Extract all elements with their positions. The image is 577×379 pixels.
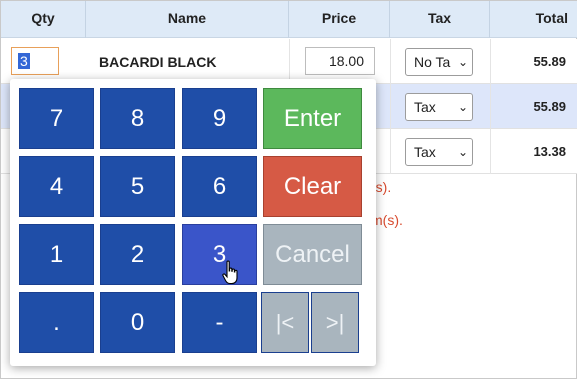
column-divider — [390, 39, 391, 174]
column-divider — [490, 39, 491, 174]
numeric-keypad: 7 8 9 Enter 4 5 6 Clear 1 2 3 Cancel . 0… — [10, 79, 376, 366]
hand-pointer-icon — [222, 260, 238, 285]
key-1[interactable]: 1 — [19, 224, 94, 285]
header-price[interactable]: Price — [289, 1, 390, 38]
key-5[interactable]: 5 — [100, 156, 175, 217]
app-frame: Qty Name Price Tax Total 3 BACARDI BLACK… — [0, 0, 577, 379]
qty-input[interactable]: 3 — [11, 47, 59, 75]
tax-select[interactable]: No Ta ⌄ — [405, 48, 473, 76]
row-total: 55.89 — [533, 99, 566, 114]
tax-select-value: No Ta — [414, 54, 451, 70]
tax-select[interactable]: Tax ⌄ — [405, 93, 473, 121]
clear-button[interactable]: Clear — [263, 156, 362, 217]
tax-select-value: Tax — [414, 144, 436, 160]
chevron-down-icon: ⌄ — [455, 139, 468, 165]
header-name[interactable]: Name — [86, 1, 289, 38]
next-field-button[interactable]: >| — [311, 292, 359, 353]
item-name: BACARDI BLACK — [99, 54, 217, 70]
cancel-button[interactable]: Cancel — [263, 224, 362, 285]
row-total: 55.89 — [533, 54, 566, 69]
prev-field-button[interactable]: |< — [261, 292, 309, 353]
tax-select-value: Tax — [414, 99, 436, 115]
key-3[interactable]: 3 — [182, 224, 257, 285]
header-tax[interactable]: Tax — [390, 1, 490, 38]
key-9[interactable]: 9 — [182, 88, 257, 149]
header-qty[interactable]: Qty — [1, 1, 86, 38]
key-0[interactable]: 0 — [100, 292, 175, 353]
chevron-down-icon: ⌄ — [455, 49, 468, 75]
key-8[interactable]: 8 — [100, 88, 175, 149]
key-6[interactable]: 6 — [182, 156, 257, 217]
key-7[interactable]: 7 — [19, 88, 94, 149]
row-total: 13.38 — [533, 144, 566, 159]
chevron-down-icon: ⌄ — [455, 94, 468, 120]
key-minus[interactable]: - — [182, 292, 257, 353]
price-input[interactable]: 18.00 — [305, 47, 375, 75]
qty-value: 3 — [18, 53, 30, 69]
key-2[interactable]: 2 — [100, 224, 175, 285]
key-decimal[interactable]: . — [19, 292, 94, 353]
enter-button[interactable]: Enter — [263, 88, 362, 149]
table-header: Qty Name Price Tax Total — [1, 1, 577, 38]
key-4[interactable]: 4 — [19, 156, 94, 217]
tax-select[interactable]: Tax ⌄ — [405, 138, 473, 166]
header-total[interactable]: Total — [490, 1, 577, 38]
